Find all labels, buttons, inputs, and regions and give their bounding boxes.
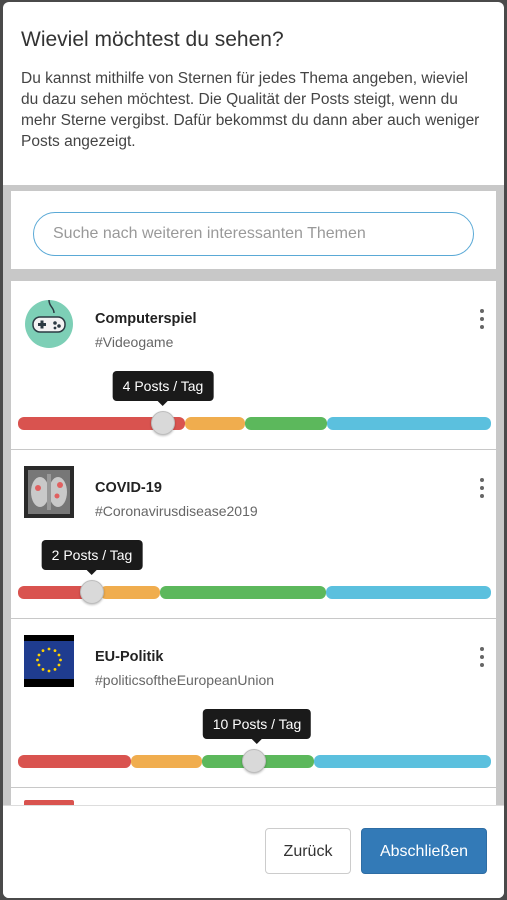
topic-hashtag: #politicsoftheEuropeanUnion [95, 672, 275, 688]
topic-name: COVID-19 [95, 480, 162, 496]
more-options-icon[interactable] [476, 647, 488, 667]
topic-preferences-dialog: Wieviel möchtest du sehen? Du kannst mit… [3, 2, 504, 898]
eu-flag-icon [24, 635, 74, 687]
gamepad-icon [24, 297, 74, 349]
finish-button[interactable]: Abschließen [361, 828, 487, 874]
slider-thumb[interactable] [80, 580, 104, 604]
topic-frequency-slider[interactable] [18, 580, 491, 606]
dialog-header: Wieviel möchtest du sehen? Du kannst mit… [3, 2, 504, 158]
topic-search-input[interactable] [33, 212, 474, 256]
topic-card-eu-politik: EU-Politik #politicsoftheEuropeanUnion 1… [11, 619, 496, 787]
more-options-icon[interactable] [476, 309, 488, 329]
topic-card-covid-19: COVID-19 #Coronavirusdisease2019 2 Posts… [11, 450, 496, 618]
topic-card-computerspiel: Computerspiel #Videogame 4 Posts / Tag [11, 281, 496, 449]
topic-frequency-slider[interactable] [18, 411, 491, 437]
dialog-footer: Zurück Abschließen [3, 805, 504, 898]
back-button[interactable]: Zurück [265, 828, 351, 874]
posts-per-day-tooltip: 2 Posts / Tag [41, 540, 143, 575]
slider-thumb[interactable] [242, 749, 266, 773]
more-options-icon[interactable] [476, 478, 488, 498]
posts-per-day-tooltip: 10 Posts / Tag [202, 709, 312, 744]
topic-hashtag: #Coronavirusdisease2019 [95, 503, 258, 519]
topic-name: EU-Politik [95, 649, 164, 665]
topic-list[interactable]: Computerspiel #Videogame 4 Posts / Tag C… [3, 275, 504, 807]
lung-xray-icon [24, 466, 74, 518]
topic-hashtag: #Videogame [95, 334, 174, 350]
dialog-title: Wieviel möchtest du sehen? [21, 28, 284, 51]
slider-thumb[interactable] [151, 411, 175, 435]
topic-frequency-slider[interactable] [18, 749, 491, 775]
dialog-description: Du kannst mithilfe von Sternen für jedes… [21, 70, 480, 150]
topic-name: Computerspiel [95, 311, 197, 327]
search-section [3, 185, 504, 275]
posts-per-day-tooltip: 4 Posts / Tag [112, 371, 214, 406]
